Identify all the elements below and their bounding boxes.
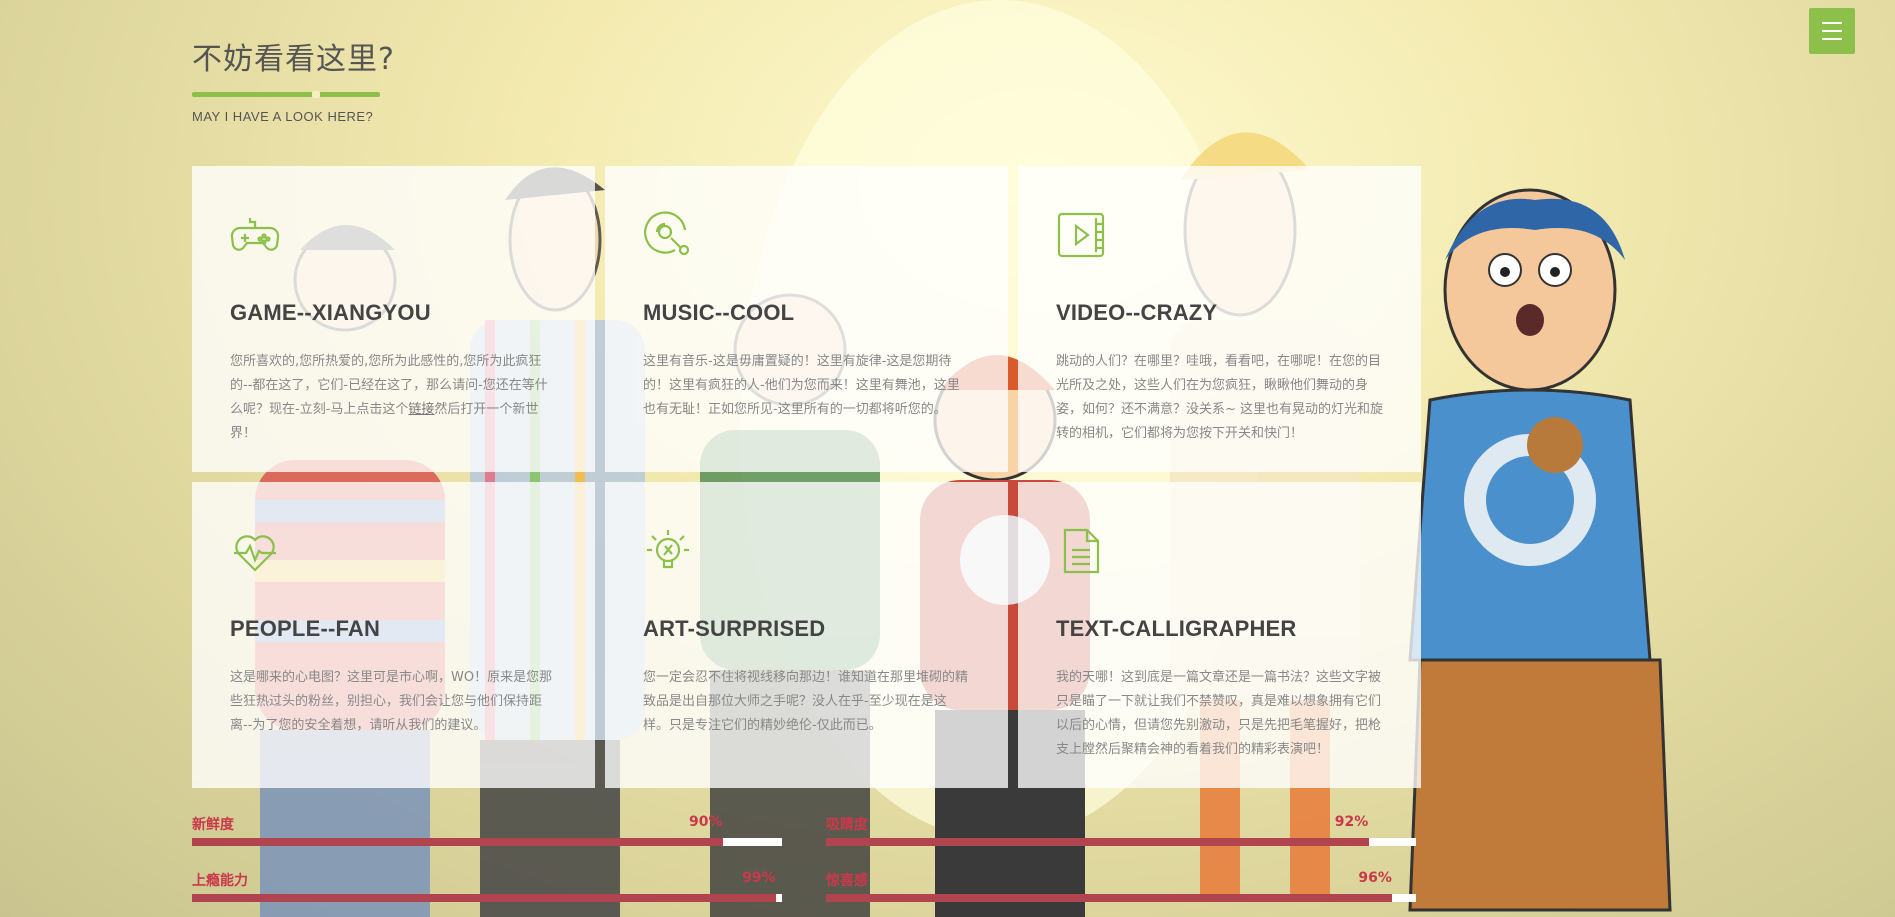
skill-bar-freshness: 新鲜度 90%	[192, 814, 782, 854]
page-subtitle: MAY I HAVE A LOOK HERE?	[192, 109, 374, 124]
card-title: MUSIC--COOL	[643, 300, 795, 325]
skill-track	[826, 894, 1416, 902]
feature-card-game: GAME--XIANGYOU 您所喜欢的,您所热爱的,您所为此感性的,您所为此疯…	[192, 166, 595, 472]
skill-percent: 92%	[1334, 814, 1369, 830]
skill-fill	[826, 838, 1369, 846]
card-title: VIDEO--CRAZY	[1056, 300, 1218, 325]
skill-fill	[826, 894, 1393, 902]
card-title: TEXT-CALLIGRAPHER	[1056, 616, 1297, 641]
skill-bar-eye-catching: 吸睛度 92%	[826, 814, 1416, 854]
skill-fill	[192, 838, 723, 846]
hamburger-icon-line	[1822, 22, 1842, 24]
section-heading: 不妨看看这里? MAY I HAVE A LOOK HERE?	[192, 34, 395, 124]
feature-card-people: PEOPLE--FAN 这是哪来的心电图？这里可是市心啊，WO！原来是您那些狂热…	[192, 482, 595, 788]
card-description: 您所喜欢的,您所热爱的,您所为此感性的,您所为此疯狂的--都在这了，它们-已经在…	[230, 354, 548, 441]
new-world-link[interactable]: 链接	[408, 402, 434, 417]
video-play-icon	[1057, 212, 1105, 258]
card-description: 我的天哪！这到底是一篇文章还是一篇书法？这些文字被只是瞄了一下就让我们不禁赞叹，…	[1056, 670, 1382, 757]
feature-card-video: VIDEO--CRAZY 跳动的人们？在哪里？哇哦，看看吧，在哪呢！在您的目光所…	[1018, 166, 1421, 472]
feature-card-text: TEXT-CALLIGRAPHER 我的天哪！这到底是一篇文章还是一篇书法？这些…	[1018, 482, 1421, 788]
card-description: 这是哪来的心电图？这里可是市心啊，WO！原来是您那些狂热过头的粉丝，别担心，我们…	[230, 670, 553, 733]
skill-label: 新鲜度	[192, 817, 234, 833]
skill-fill	[192, 894, 777, 902]
hamburger-icon-line	[1822, 30, 1842, 32]
skill-label: 惊喜感	[826, 873, 868, 889]
card-title: GAME--XIANGYOU	[230, 300, 431, 325]
page-title: 不妨看看这里?	[192, 42, 395, 77]
gamepad-icon	[230, 218, 280, 251]
hamburger-icon-line	[1822, 38, 1842, 40]
skill-track	[192, 894, 782, 902]
heart-pulse-icon	[234, 535, 276, 572]
skill-track	[192, 838, 782, 846]
skill-bar-addictiveness: 上瘾能力 99%	[192, 870, 782, 910]
skill-bar-surprise: 惊喜感 96%	[826, 870, 1416, 910]
feature-card-art: ART-SURPRISED 您一定会忍不住将视线移向那边！谁知道在那里堆砌的精致…	[605, 482, 1008, 788]
lightbulb-icon	[647, 530, 689, 569]
card-description: 您一定会忍不住将视线移向那边！谁知道在那里堆砌的精致品是出自那位大师之手呢？没人…	[643, 670, 969, 733]
feature-card-music: MUSIC--COOL 这里有音乐-这是毋庸置疑的！这里有旋律-这是您期待的！这…	[605, 166, 1008, 472]
card-description: 跳动的人们？在哪里？哇哦，看看吧，在哪呢！在您的目光所及之处，这些人们在为您疯狂…	[1056, 354, 1384, 441]
skill-label: 上瘾能力	[192, 873, 248, 889]
document-icon	[1063, 528, 1100, 574]
menu-toggle-button[interactable]	[1809, 8, 1855, 54]
skill-percent: 90%	[689, 814, 723, 830]
card-title: ART-SURPRISED	[643, 616, 826, 641]
title-underline	[192, 91, 380, 98]
skill-percent: 96%	[1358, 870, 1392, 886]
skill-label: 吸睛度	[826, 817, 868, 833]
skill-percent: 99%	[742, 870, 776, 886]
skill-track	[826, 838, 1416, 846]
card-description: 这里有音乐-这是毋庸置疑的！这里有旋律-这是您期待的！这里有疯狂的人-他们为您而…	[643, 354, 960, 417]
card-title: PEOPLE--FAN	[230, 616, 381, 641]
music-disc-icon	[644, 211, 690, 256]
